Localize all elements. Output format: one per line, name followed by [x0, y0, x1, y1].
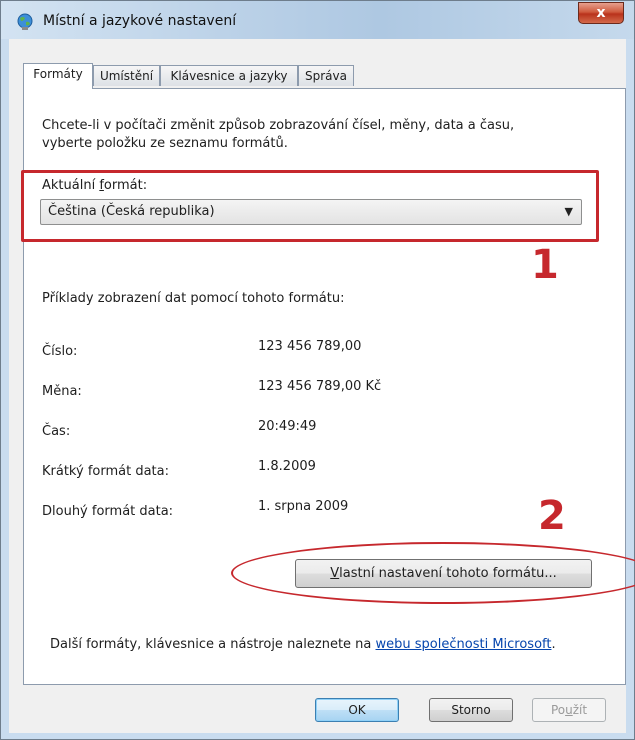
- example-row-short-date: Krátký formát data: 1.8.2009: [24, 459, 624, 482]
- example-value: 1.8.2009: [258, 459, 316, 474]
- example-label: Dlouhý formát data:: [42, 504, 174, 519]
- apply-button[interactable]: Použít: [532, 698, 606, 722]
- dialog-client-area: Formáty Umístění Klávesnice a jazyky Spr…: [9, 39, 635, 733]
- example-label: Čas:: [42, 424, 71, 439]
- tab-formaty[interactable]: Formáty: [23, 63, 93, 89]
- example-row-number: Číslo: 123 456 789,00: [24, 339, 624, 362]
- formats-panel: Chcete-li v počítači změnit způsob zobra…: [21, 88, 635, 685]
- example-row-time: Čas: 20:49:49: [24, 419, 624, 442]
- dialog-button-bar: OK Storno Použít: [9, 685, 626, 733]
- ok-label: OK: [348, 703, 366, 717]
- intro-text: Chcete-li v počítači změnit způsob zobra…: [42, 117, 602, 153]
- title-bar[interactable]: Místní a jazykové nastavení x: [1, 1, 634, 39]
- current-format-label: Aktuální formát:: [42, 178, 148, 193]
- example-value: 20:49:49: [258, 419, 317, 434]
- intro-line: vyberte položku ze seznamu formátů.: [42, 136, 288, 151]
- example-row-currency: Měna: 123 456 789,00 Kč: [24, 379, 624, 402]
- dialog-window: Místní a jazykové nastavení x Formáty Um…: [0, 0, 635, 740]
- example-value: 123 456 789,00: [258, 339, 362, 354]
- close-icon: x: [596, 5, 606, 21]
- microsoft-website-link[interactable]: webu společnosti Microsoft: [376, 637, 552, 652]
- customize-format-button[interactable]: Vlastní nastavení tohoto formátu...: [295, 559, 592, 588]
- tab-umisteni[interactable]: Umístění: [93, 65, 160, 86]
- annotation-marker-2: 2: [538, 493, 566, 539]
- annotation-marker-1: 1: [531, 242, 559, 288]
- footer-text: Další formáty, klávesnice a nástroje nal…: [50, 637, 556, 652]
- tab-label: Formáty: [33, 67, 83, 81]
- tab-label: Umístění: [99, 69, 154, 83]
- cancel-button[interactable]: Storno: [429, 698, 513, 722]
- examples-title: Příklady zobrazení dat pomocí tohoto for…: [42, 291, 345, 306]
- example-value: 1. srpna 2009: [258, 499, 349, 514]
- intro-line: Chcete-li v počítači změnit způsob zobra…: [42, 118, 515, 133]
- example-label: Krátký formát data:: [42, 464, 169, 479]
- window-title: Místní a jazykové nastavení: [43, 13, 237, 29]
- ok-button[interactable]: OK: [315, 698, 399, 722]
- example-label: Číslo:: [42, 344, 78, 359]
- close-button[interactable]: x: [578, 2, 624, 24]
- cancel-label: Storno: [451, 703, 491, 717]
- example-label: Měna:: [42, 384, 82, 399]
- tab-label: Správa: [305, 69, 347, 83]
- tab-label: Klávesnice a jazyky: [170, 69, 288, 83]
- dropdown-arrow-icon: ▼: [564, 205, 573, 218]
- globe-icon: [17, 13, 33, 30]
- example-value: 123 456 789,00 Kč: [258, 379, 382, 394]
- current-format-value: Čeština (Česká republika): [48, 204, 215, 219]
- example-row-long-date: Dlouhý formát data: 1. srpna 2009: [24, 499, 624, 522]
- current-format-select[interactable]: Čeština (Česká republika) ▼: [40, 199, 582, 225]
- tab-sprava[interactable]: Správa: [298, 65, 354, 86]
- tab-klavesnice-a-jazyky[interactable]: Klávesnice a jazyky: [160, 65, 298, 86]
